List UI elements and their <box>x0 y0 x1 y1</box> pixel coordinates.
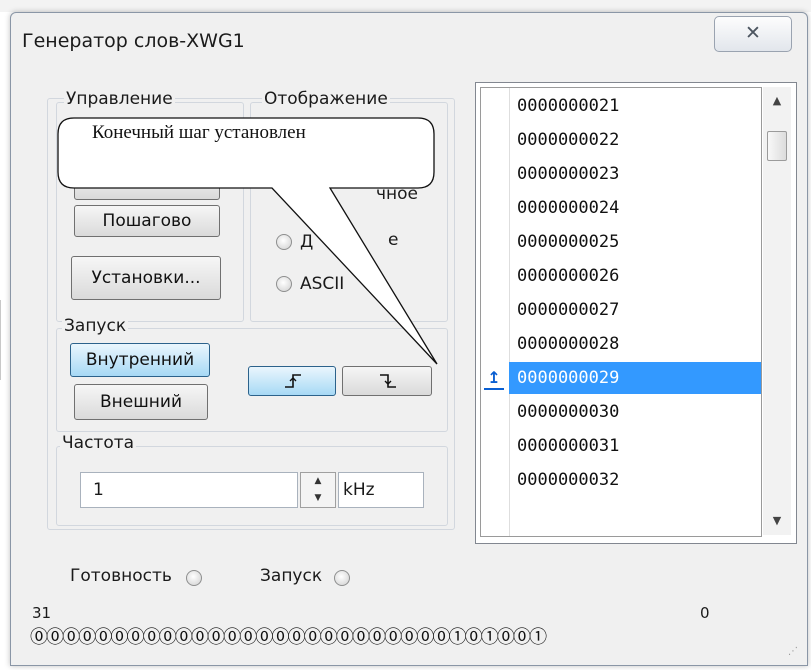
list-item[interactable]: 0000000025 <box>509 226 761 258</box>
list-item[interactable]: 0000000031 <box>509 430 761 462</box>
word-list-gutter <box>481 88 510 536</box>
desktop-background <box>0 0 811 12</box>
tooltip-callout <box>57 117 438 365</box>
bit-low-label: 0 <box>700 604 710 622</box>
bit-indicators: ⓪⓪⓪⓪⓪⓪⓪⓪⓪⓪⓪⓪⓪⓪⓪⓪⓪⓪⓪⓪⓪⓪⓪⓪⓪⓪①⓪①⓪⓪① <box>30 627 547 648</box>
word-list-inner: 0000000021 0000000022 0000000023 0000000… <box>480 87 762 537</box>
word-list[interactable]: 0000000021 0000000022 0000000023 0000000… <box>475 82 797 544</box>
run-status-label: Запуск <box>260 566 323 586</box>
final-step-marker-icon: ↥ <box>484 368 504 390</box>
list-item[interactable]: 0000000024 <box>509 192 761 224</box>
stepper-up-icon[interactable]: ▲ <box>301 473 335 490</box>
scrollbar-thumb[interactable] <box>767 131 787 161</box>
scroll-down-icon[interactable]: ▼ <box>763 509 791 533</box>
word-list-scrollbar[interactable]: ▲ ▼ <box>763 87 791 535</box>
stepper-down-icon[interactable]: ▼ <box>301 490 335 507</box>
ready-label: Готовность <box>70 566 172 586</box>
tooltip-text: Конечный шаг установлен <box>92 122 306 143</box>
scroll-up-icon[interactable]: ▲ <box>763 89 791 113</box>
ready-indicator <box>186 570 202 586</box>
list-item[interactable]: 0000000023 <box>509 158 761 190</box>
list-item[interactable]: 0000000021 <box>509 90 761 122</box>
resize-grip-icon[interactable]: ⋰ <box>788 646 798 657</box>
frequency-stepper[interactable]: ▲ ▼ <box>300 472 336 508</box>
run-indicator <box>334 570 350 586</box>
frequency-input[interactable]: 1 <box>80 472 298 508</box>
list-item[interactable]: 0000000028 <box>509 328 761 360</box>
frequency-unit-select[interactable]: kHz <box>338 472 424 508</box>
close-icon: ✕ <box>745 22 761 44</box>
list-item[interactable]: 0000000030 <box>509 396 761 428</box>
frequency-group-label: Частота <box>60 433 137 453</box>
list-item-selected[interactable]: 0000000029 <box>509 362 761 394</box>
close-button[interactable]: ✕ <box>714 16 792 52</box>
list-item[interactable]: 0000000026 <box>509 260 761 292</box>
list-item[interactable]: 0000000027 <box>509 294 761 326</box>
window-title: Генератор слов-XWG1 <box>22 30 245 52</box>
list-item[interactable]: 0000000022 <box>509 124 761 156</box>
list-item[interactable]: 0000000032 <box>509 464 761 496</box>
background-window-edge <box>0 300 9 380</box>
bit-high-label: 31 <box>32 604 52 622</box>
